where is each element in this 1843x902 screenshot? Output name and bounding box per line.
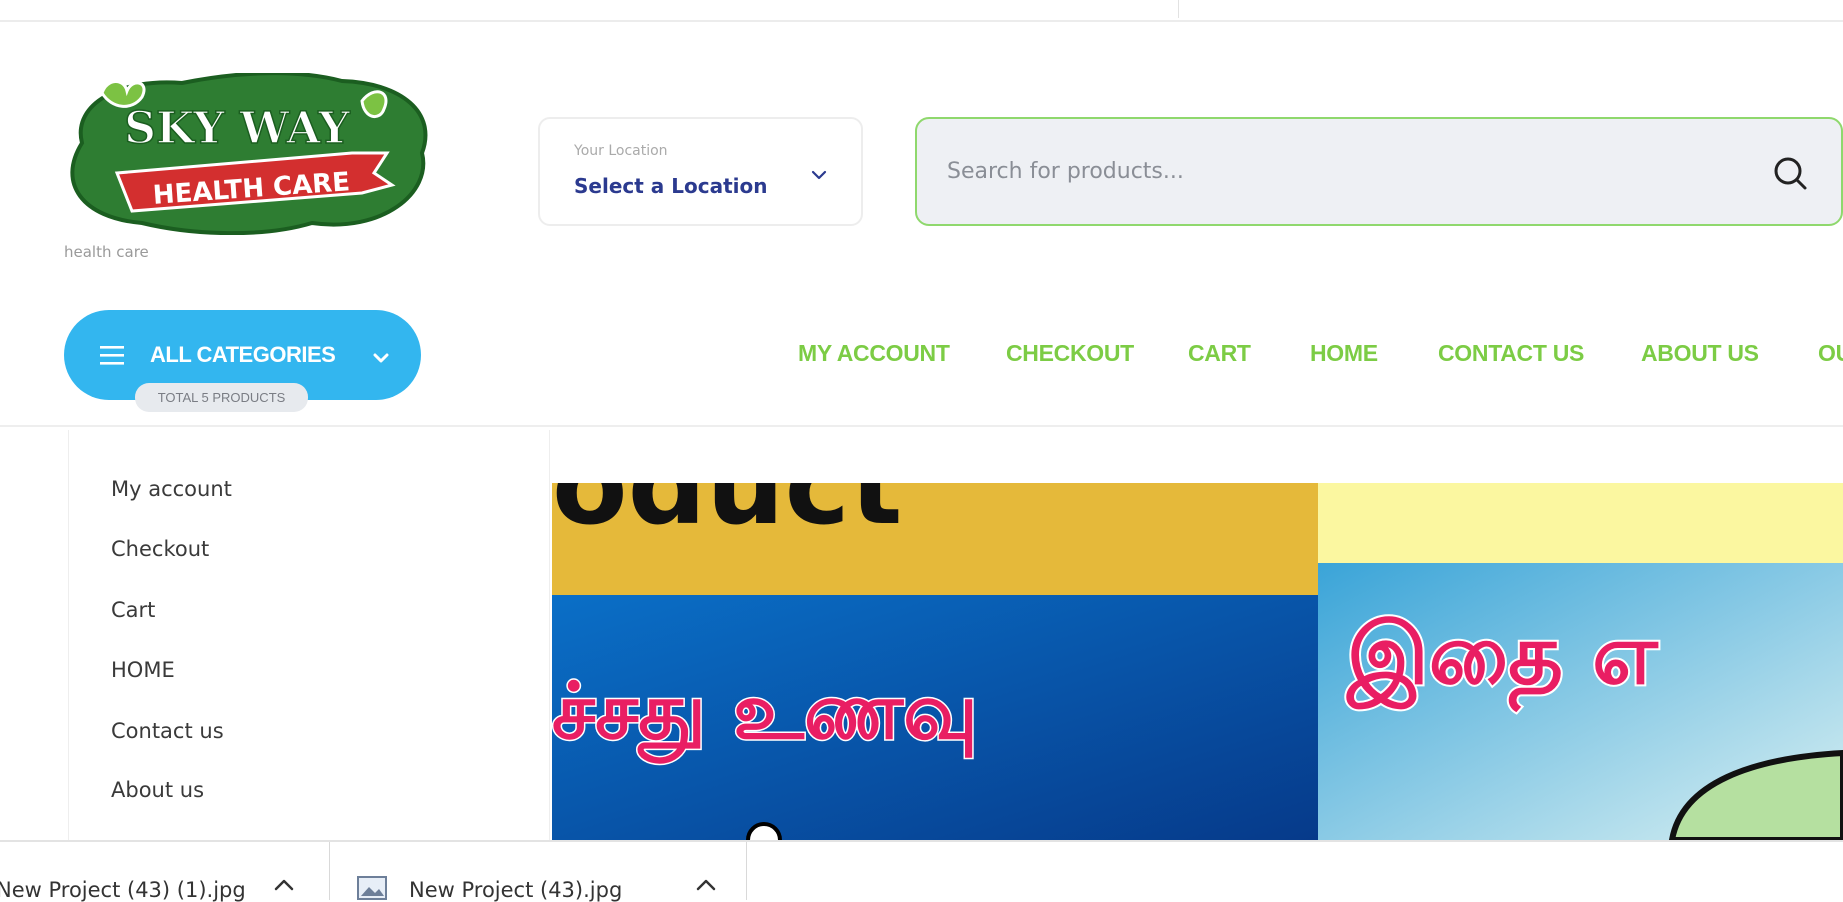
hero-banner[interactable]: oduct ச்சது உணவு இதை எ <box>552 483 1843 840</box>
browser-top-strip <box>0 0 1843 22</box>
nav-contact-us[interactable]: CONTACT US <box>1438 340 1584 367</box>
chevron-up-icon[interactable] <box>273 878 295 892</box>
all-categories-label: ALL CATEGORIES <box>150 342 336 367</box>
banner-product-text: oduct <box>552 483 902 549</box>
sidebar-item-my-account[interactable]: My account <box>111 477 232 501</box>
location-selector[interactable]: Your Location Select a Location <box>538 117 863 226</box>
sidebar-item-cart[interactable]: Cart <box>111 598 155 622</box>
hamburger-menu-icon <box>100 346 124 365</box>
sidebar-item-about-us[interactable]: About us <box>111 778 204 802</box>
total-products-badge: TOTAL 5 PRODUCTS <box>135 383 308 412</box>
search-icon[interactable] <box>1770 153 1810 193</box>
skyway-logo[interactable]: SKY WAY HEALTH CARE <box>62 71 432 236</box>
download-file-name: New Project (43).jpg <box>409 878 623 902</box>
sidebar-item-checkout[interactable]: Checkout <box>111 537 209 561</box>
nav-home[interactable]: HOME <box>1310 340 1378 367</box>
nav-checkout[interactable]: CHECKOUT <box>1006 340 1134 367</box>
nav-cart[interactable]: CART <box>1188 340 1251 367</box>
sidebar-menu: My account Checkout Cart HOME Contact us… <box>68 430 550 840</box>
location-label: Your Location <box>574 143 668 159</box>
nav-my-account[interactable]: MY ACCOUNT <box>798 340 950 367</box>
chevron-up-icon[interactable] <box>695 878 717 892</box>
download-file-name: New Project (43) (1).jpg <box>0 878 246 902</box>
top-separator <box>1178 0 1179 18</box>
location-value: Select a Location <box>574 174 768 198</box>
image-file-icon <box>357 876 387 900</box>
logo-line1: SKY WAY <box>124 103 350 154</box>
download-item[interactable]: New Project (43) (1).jpg <box>0 842 330 902</box>
download-item[interactable]: New Project (43).jpg <box>331 842 747 902</box>
sidebar-item-home[interactable]: HOME <box>111 658 175 682</box>
chevron-down-icon <box>811 170 827 180</box>
nav-about-us[interactable]: ABOUT US <box>1641 340 1759 367</box>
sidebar-item-contact-us[interactable]: Contact us <box>111 719 224 743</box>
nav-more[interactable]: OU <box>1818 340 1843 367</box>
chevron-down-icon <box>373 353 389 363</box>
search-input[interactable]: Search for products... <box>915 117 1843 226</box>
banner-right-tamil-text: இதை எ <box>1346 605 1659 712</box>
downloads-bar: New Project (43) (1).jpg New Project (43… <box>0 840 1843 902</box>
logo-tagline: health care <box>64 243 149 261</box>
banner-left-tamil-text: ச்சது உணவு <box>552 667 978 764</box>
header-divider <box>0 425 1843 427</box>
search-placeholder: Search for products... <box>947 159 1184 184</box>
